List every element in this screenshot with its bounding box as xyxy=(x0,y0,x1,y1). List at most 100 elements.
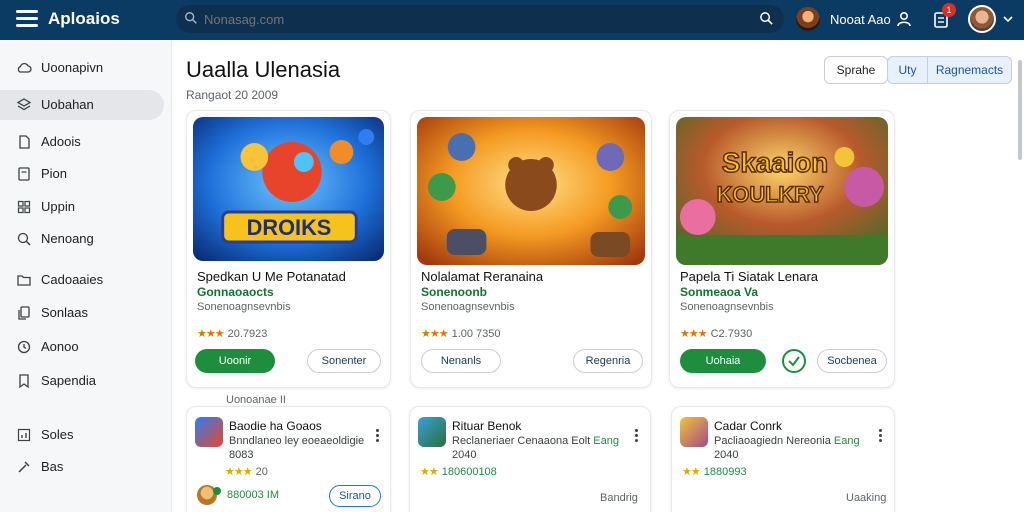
item-button[interactable]: Sirano xyxy=(329,485,381,507)
star-rating-icon: ★★★ xyxy=(421,328,449,340)
featured-card[interactable]: Skaaion KOULKRY Papela Ti Siatak Lenara … xyxy=(669,110,895,388)
card-title: Spedkan U Me Potanatad xyxy=(197,269,346,284)
top-bar: Aploaios Nooat Aao 1 xyxy=(0,0,1024,40)
secondary-button[interactable]: Socbenea xyxy=(817,349,887,373)
account-avatar-small[interactable] xyxy=(796,7,820,31)
sidebar-item-aonoo[interactable]: Aonoo xyxy=(0,332,164,362)
card-description: Sonenoagnsevnbis xyxy=(680,301,774,313)
banner-logo-text: DROIKS xyxy=(247,215,332,240)
page-title: Uaalla Ulenasia xyxy=(186,57,341,82)
item-subtext: 2040 xyxy=(714,449,739,461)
section-label: Uonoanae II xyxy=(226,394,286,406)
rating-value: C2.7930 xyxy=(710,328,753,340)
item-title: Rituar Benok xyxy=(452,419,522,433)
item-rating: ★★ 180600108 xyxy=(420,465,497,478)
card-title: Nolalamat Reranaina xyxy=(421,269,544,284)
user-name[interactable]: Nooat Aao xyxy=(830,12,891,27)
sidebar-item-sonlaas[interactable]: Sonlaas xyxy=(0,298,164,328)
rating-value: 1.00 7350 xyxy=(451,328,501,340)
sidebar-item-cadoaaies[interactable]: Cadoaaies xyxy=(0,265,164,295)
avatar[interactable] xyxy=(968,5,996,33)
sidebar-item-pion[interactable]: Pion xyxy=(0,159,164,189)
card-title: Papela Ti Siatak Lenara xyxy=(680,269,819,284)
cloud-icon xyxy=(17,62,32,73)
card-description: Sonenoagnsevnbis xyxy=(421,301,515,313)
sidebar-item-label: Uoonapivn xyxy=(41,60,104,75)
primary-button[interactable]: Nenanls xyxy=(421,349,501,373)
sidebar-item-label: Pion xyxy=(41,166,68,181)
chevron-down-icon[interactable] xyxy=(1002,13,1014,25)
primary-button[interactable]: Uohaia xyxy=(680,349,766,373)
item-subtext: 2040 xyxy=(452,449,477,461)
sidebar-item-label: Adoois xyxy=(41,134,81,149)
sidebar-item-label: Aonoo xyxy=(41,339,79,354)
bar-chart-icon xyxy=(17,428,31,442)
item-description: Reclaneriaer Cenaaona Eolt Eang xyxy=(452,435,619,447)
list-item[interactable]: Rituar Benok Reclaneriaer Cenaaona Eolt … xyxy=(409,406,651,512)
more-options-icon[interactable] xyxy=(876,429,884,445)
star-rating-icon: ★★★ xyxy=(680,328,708,340)
sidebar-item-label: Sapendia xyxy=(41,373,96,388)
card-rating: ★★★ 1.00 7350 xyxy=(421,327,501,340)
item-description: Bnndlaneo ley eoeaeoldigie xyxy=(229,435,365,447)
secondary-button[interactable]: Regenria xyxy=(573,349,643,373)
more-options-icon[interactable] xyxy=(373,429,381,445)
sidebar-item-soles[interactable]: Soles xyxy=(0,420,164,450)
grid-icon xyxy=(17,200,31,214)
segment-button-2[interactable]: Uty xyxy=(887,56,928,84)
item-title: Cadar Conrk xyxy=(714,419,783,433)
person-icon[interactable] xyxy=(896,11,912,27)
sidebar-item-label: Uobahan xyxy=(41,97,94,112)
copy-icon xyxy=(18,306,30,320)
secondary-button[interactable]: Sonenter xyxy=(307,349,381,373)
more-options-icon[interactable] xyxy=(632,429,640,445)
card-genre: Gonnaoaocts xyxy=(197,285,274,299)
sidebar: Uoonapivn Uobahan Adoois Pion Uppin Neno… xyxy=(0,40,172,512)
svg-text:Skaaion: Skaaion xyxy=(722,147,828,178)
notification-badge: 1 xyxy=(942,3,956,17)
list-item[interactable]: Baodie ha Goaos Bnndlaneo ley eoeaeoldig… xyxy=(186,406,391,512)
search-submit-icon[interactable] xyxy=(759,11,774,26)
card-genre: Sonmeaoa Va xyxy=(680,285,759,299)
layers-icon xyxy=(16,98,32,111)
sidebar-item-nenoang[interactable]: Nenoang xyxy=(0,224,164,254)
search-input[interactable] xyxy=(204,9,744,29)
rating-value: 180600108 xyxy=(441,466,497,478)
item-link[interactable]: Uaaking xyxy=(846,492,886,504)
sidebar-item-adoois[interactable]: Adoois xyxy=(0,127,164,157)
hamburger-menu-icon[interactable] xyxy=(16,10,38,28)
featured-card[interactable]: Nolalamat Reranaina Sonenoonb Sonenoagns… xyxy=(410,110,652,388)
search-bar[interactable] xyxy=(176,5,784,33)
list-item[interactable]: Cadar Conrk Pacliaoagiedn Nereonia Eang … xyxy=(671,406,895,512)
item-extra: 880003 IM xyxy=(227,489,279,501)
app-title: Aploaios xyxy=(48,9,120,28)
item-rating: ★★ 1880993 xyxy=(682,465,747,478)
star-rating-icon: ★★ xyxy=(420,466,439,478)
game-thumbnail xyxy=(418,417,446,447)
sidebar-item-bas[interactable]: Bas xyxy=(0,452,164,482)
sidebar-item-uobahan[interactable]: Uobahan xyxy=(0,90,164,120)
item-title: Baodie ha Goaos xyxy=(229,419,322,433)
rating-value: 20.7923 xyxy=(227,328,268,340)
check-circle-icon[interactable] xyxy=(782,349,806,373)
document-icon xyxy=(19,135,30,149)
search-icon xyxy=(17,232,31,246)
sidebar-item-sapendia[interactable]: Sapendia xyxy=(0,366,164,396)
game-thumbnail xyxy=(195,417,223,447)
bookmark-icon xyxy=(19,374,29,389)
folder-icon xyxy=(17,275,31,286)
primary-button[interactable]: Uoonir xyxy=(195,349,275,373)
segment-button-3[interactable]: Ragnemacts xyxy=(927,56,1012,84)
tools-icon xyxy=(18,461,30,473)
card-rating: ★★★ C2.7930 xyxy=(680,327,752,340)
segment-button-1[interactable]: Sprahe xyxy=(824,56,888,84)
card-genre: Sonenoonb xyxy=(421,285,487,299)
featured-card[interactable]: DROIKS Spedkan U Me Potanatad Gonnaoaoct… xyxy=(186,110,391,388)
item-rating: ★★★ 20 xyxy=(225,465,268,478)
scrollbar-thumb[interactable] xyxy=(1018,60,1022,160)
item-description: Pacliaoagiedn Nereonia Eang xyxy=(714,435,860,447)
sidebar-item-uppin[interactable]: Uppin xyxy=(0,192,164,222)
item-link[interactable]: Bandrig xyxy=(600,492,638,504)
sidebar-item-uoonapivn[interactable]: Uoonapivn xyxy=(0,53,164,83)
sidebar-item-label: Uppin xyxy=(41,199,75,214)
